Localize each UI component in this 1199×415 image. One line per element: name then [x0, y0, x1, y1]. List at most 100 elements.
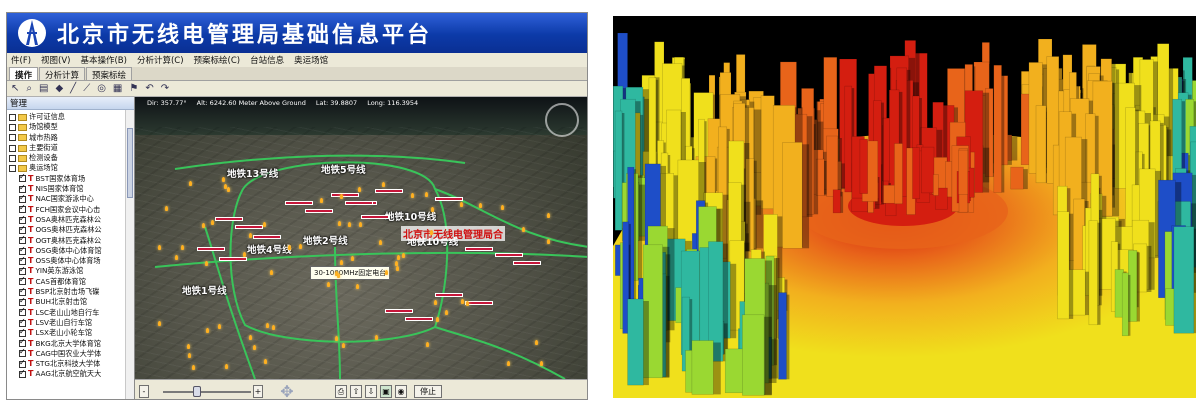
layer-tree-item[interactable]: TOGT奥林匹克森林公 — [7, 234, 134, 246]
station-marker-icon[interactable] — [434, 299, 438, 305]
layer-tree-item[interactable]: TNAC国家游泳中心 — [7, 193, 134, 204]
venue-map-label[interactable] — [361, 215, 389, 219]
station-marker-icon[interactable] — [540, 361, 544, 367]
layer-tree-item[interactable]: TBUH北京射击馆 — [7, 296, 134, 307]
venue-map-label[interactable] — [465, 301, 493, 305]
layer-checkbox[interactable] — [19, 275, 26, 286]
station-marker-icon[interactable] — [157, 245, 161, 251]
cursor-icon[interactable]: ↖ — [11, 83, 19, 94]
zoom-out-button[interactable]: - — [139, 385, 149, 398]
station-marker-icon[interactable] — [339, 260, 343, 266]
station-marker-icon[interactable] — [396, 255, 400, 261]
station-marker-icon[interactable] — [165, 206, 168, 212]
layer-checkbox[interactable] — [19, 255, 26, 265]
layer-checkbox[interactable] — [19, 214, 26, 224]
venue-map-label[interactable] — [385, 309, 413, 313]
station-marker-icon[interactable] — [191, 365, 195, 371]
menu-plan[interactable]: 预案标绘(C) — [194, 54, 241, 66]
map-view[interactable]: Dir: 357.77° Alt: 6242.60 Meter Above Gr… — [135, 97, 587, 379]
layer-checkbox[interactable] — [19, 337, 26, 347]
station-marker-icon[interactable] — [500, 204, 504, 210]
scrollbar-thumb[interactable] — [127, 128, 133, 198]
station-marker-icon[interactable] — [249, 334, 253, 340]
venue-map-label[interactable] — [197, 247, 225, 251]
station-marker-icon[interactable] — [384, 269, 388, 275]
layer-checkbox[interactable] — [19, 296, 26, 306]
layer-tree-item[interactable]: TSTG北京科技大学体 — [7, 358, 134, 369]
layer-checkbox[interactable] — [9, 144, 16, 152]
venue-map-label[interactable] — [331, 193, 359, 197]
station-marker-icon[interactable] — [337, 221, 341, 227]
layer-checkbox[interactable] — [19, 286, 26, 296]
station-marker-icon[interactable] — [347, 221, 351, 227]
layer-checkbox[interactable] — [19, 172, 26, 183]
stop-button[interactable]: 停止 — [414, 385, 442, 398]
station-marker-icon[interactable] — [444, 309, 448, 315]
menu-view[interactable]: 视图(V) — [41, 54, 70, 66]
layer-tree-item[interactable]: TLSC老山山地自行车 — [7, 306, 134, 318]
station-marker-icon[interactable] — [187, 352, 191, 358]
grid-icon[interactable]: ▦ — [113, 83, 122, 94]
station-marker-icon[interactable] — [271, 325, 275, 331]
layer-checkbox[interactable] — [19, 327, 26, 337]
layer-checkbox[interactable] — [19, 193, 26, 203]
station-marker-icon[interactable] — [204, 261, 208, 267]
redo-icon[interactable]: ↷ — [161, 83, 169, 94]
print-icon[interactable]: ⎙ — [335, 385, 347, 398]
line-icon[interactable]: ╱ — [70, 83, 76, 94]
station-marker-icon[interactable] — [436, 317, 440, 323]
station-marker-icon[interactable] — [395, 260, 399, 266]
layer-tree-item[interactable]: TCAS首都体育馆 — [7, 275, 134, 287]
zoom-in-button[interactable]: + — [253, 385, 263, 398]
station-marker-icon[interactable] — [425, 342, 429, 348]
station-marker-icon[interactable] — [224, 184, 228, 190]
tab-analysis[interactable]: 分析计算 — [39, 67, 86, 81]
zoom-slider-thumb[interactable] — [193, 386, 201, 397]
layer-checkbox[interactable] — [9, 123, 16, 131]
menu-stations[interactable]: 台站信息 — [250, 54, 284, 66]
menu-file[interactable]: 件(F) — [11, 54, 31, 66]
layer-tree-item[interactable]: TNIS国家体育馆 — [7, 183, 134, 194]
flag-icon[interactable]: ⚑ — [129, 83, 138, 94]
record-icon[interactable]: ◉ — [395, 385, 407, 398]
layer-checkbox[interactable] — [9, 154, 16, 162]
station-marker-icon[interactable] — [217, 323, 221, 329]
station-marker-icon[interactable] — [379, 239, 383, 245]
station-marker-icon[interactable] — [357, 186, 361, 192]
layer-tree-item[interactable]: TBST国家体育场 — [7, 172, 134, 184]
menu-basic-ops[interactable]: 基本操作(B) — [80, 54, 126, 66]
layer-tree-item[interactable]: TBSP北京射击场飞碟 — [7, 286, 134, 297]
station-marker-icon[interactable] — [227, 186, 231, 192]
tab-operation[interactable]: 摸作 — [9, 67, 39, 81]
station-marker-icon[interactable] — [535, 340, 538, 346]
station-marker-icon[interactable] — [479, 202, 483, 208]
venue-map-label[interactable] — [305, 209, 333, 213]
layer-tree-item[interactable]: TOSS奥体中心体育场 — [7, 255, 134, 266]
station-marker-icon[interactable] — [243, 251, 247, 257]
venue-map-label[interactable] — [405, 317, 433, 321]
station-marker-icon[interactable] — [224, 364, 228, 370]
station-marker-icon[interactable] — [188, 180, 192, 186]
layer-toggle-icon[interactable]: ▣ — [380, 385, 392, 398]
station-marker-icon[interactable] — [410, 193, 414, 199]
layer-tree-item[interactable]: TOSG奥体中心体育馆 — [7, 245, 134, 256]
station-marker-icon[interactable] — [466, 301, 470, 307]
venue-map-label[interactable] — [219, 257, 247, 261]
layer-checkbox[interactable] — [19, 234, 26, 245]
layer-checkbox[interactable] — [19, 358, 26, 368]
layer-tree-item[interactable]: 场馆模型 — [7, 122, 134, 132]
layer-tree-item[interactable]: TFCH国家会议中心击 — [7, 203, 134, 215]
station-marker-icon[interactable] — [181, 244, 185, 250]
station-marker-icon[interactable] — [546, 212, 550, 218]
station-marker-icon[interactable] — [299, 243, 303, 249]
down-icon[interactable]: ⇩ — [365, 385, 377, 398]
layer-tree-item[interactable]: TLSV老山自行车馆 — [7, 317, 134, 328]
venue-map-label[interactable] — [345, 201, 373, 205]
layer-checkbox[interactable] — [19, 368, 26, 378]
venue-map-label[interactable] — [435, 293, 463, 297]
station-marker-icon[interactable] — [350, 255, 354, 261]
zoom-icon[interactable]: ⌕ — [26, 83, 32, 94]
circle-icon[interactable]: ◎ — [97, 83, 106, 94]
layer-tree-item[interactable]: 奥运场馆 — [7, 163, 134, 173]
layer-tree-item[interactable]: TAAG北京航空航天大 — [7, 368, 134, 379]
